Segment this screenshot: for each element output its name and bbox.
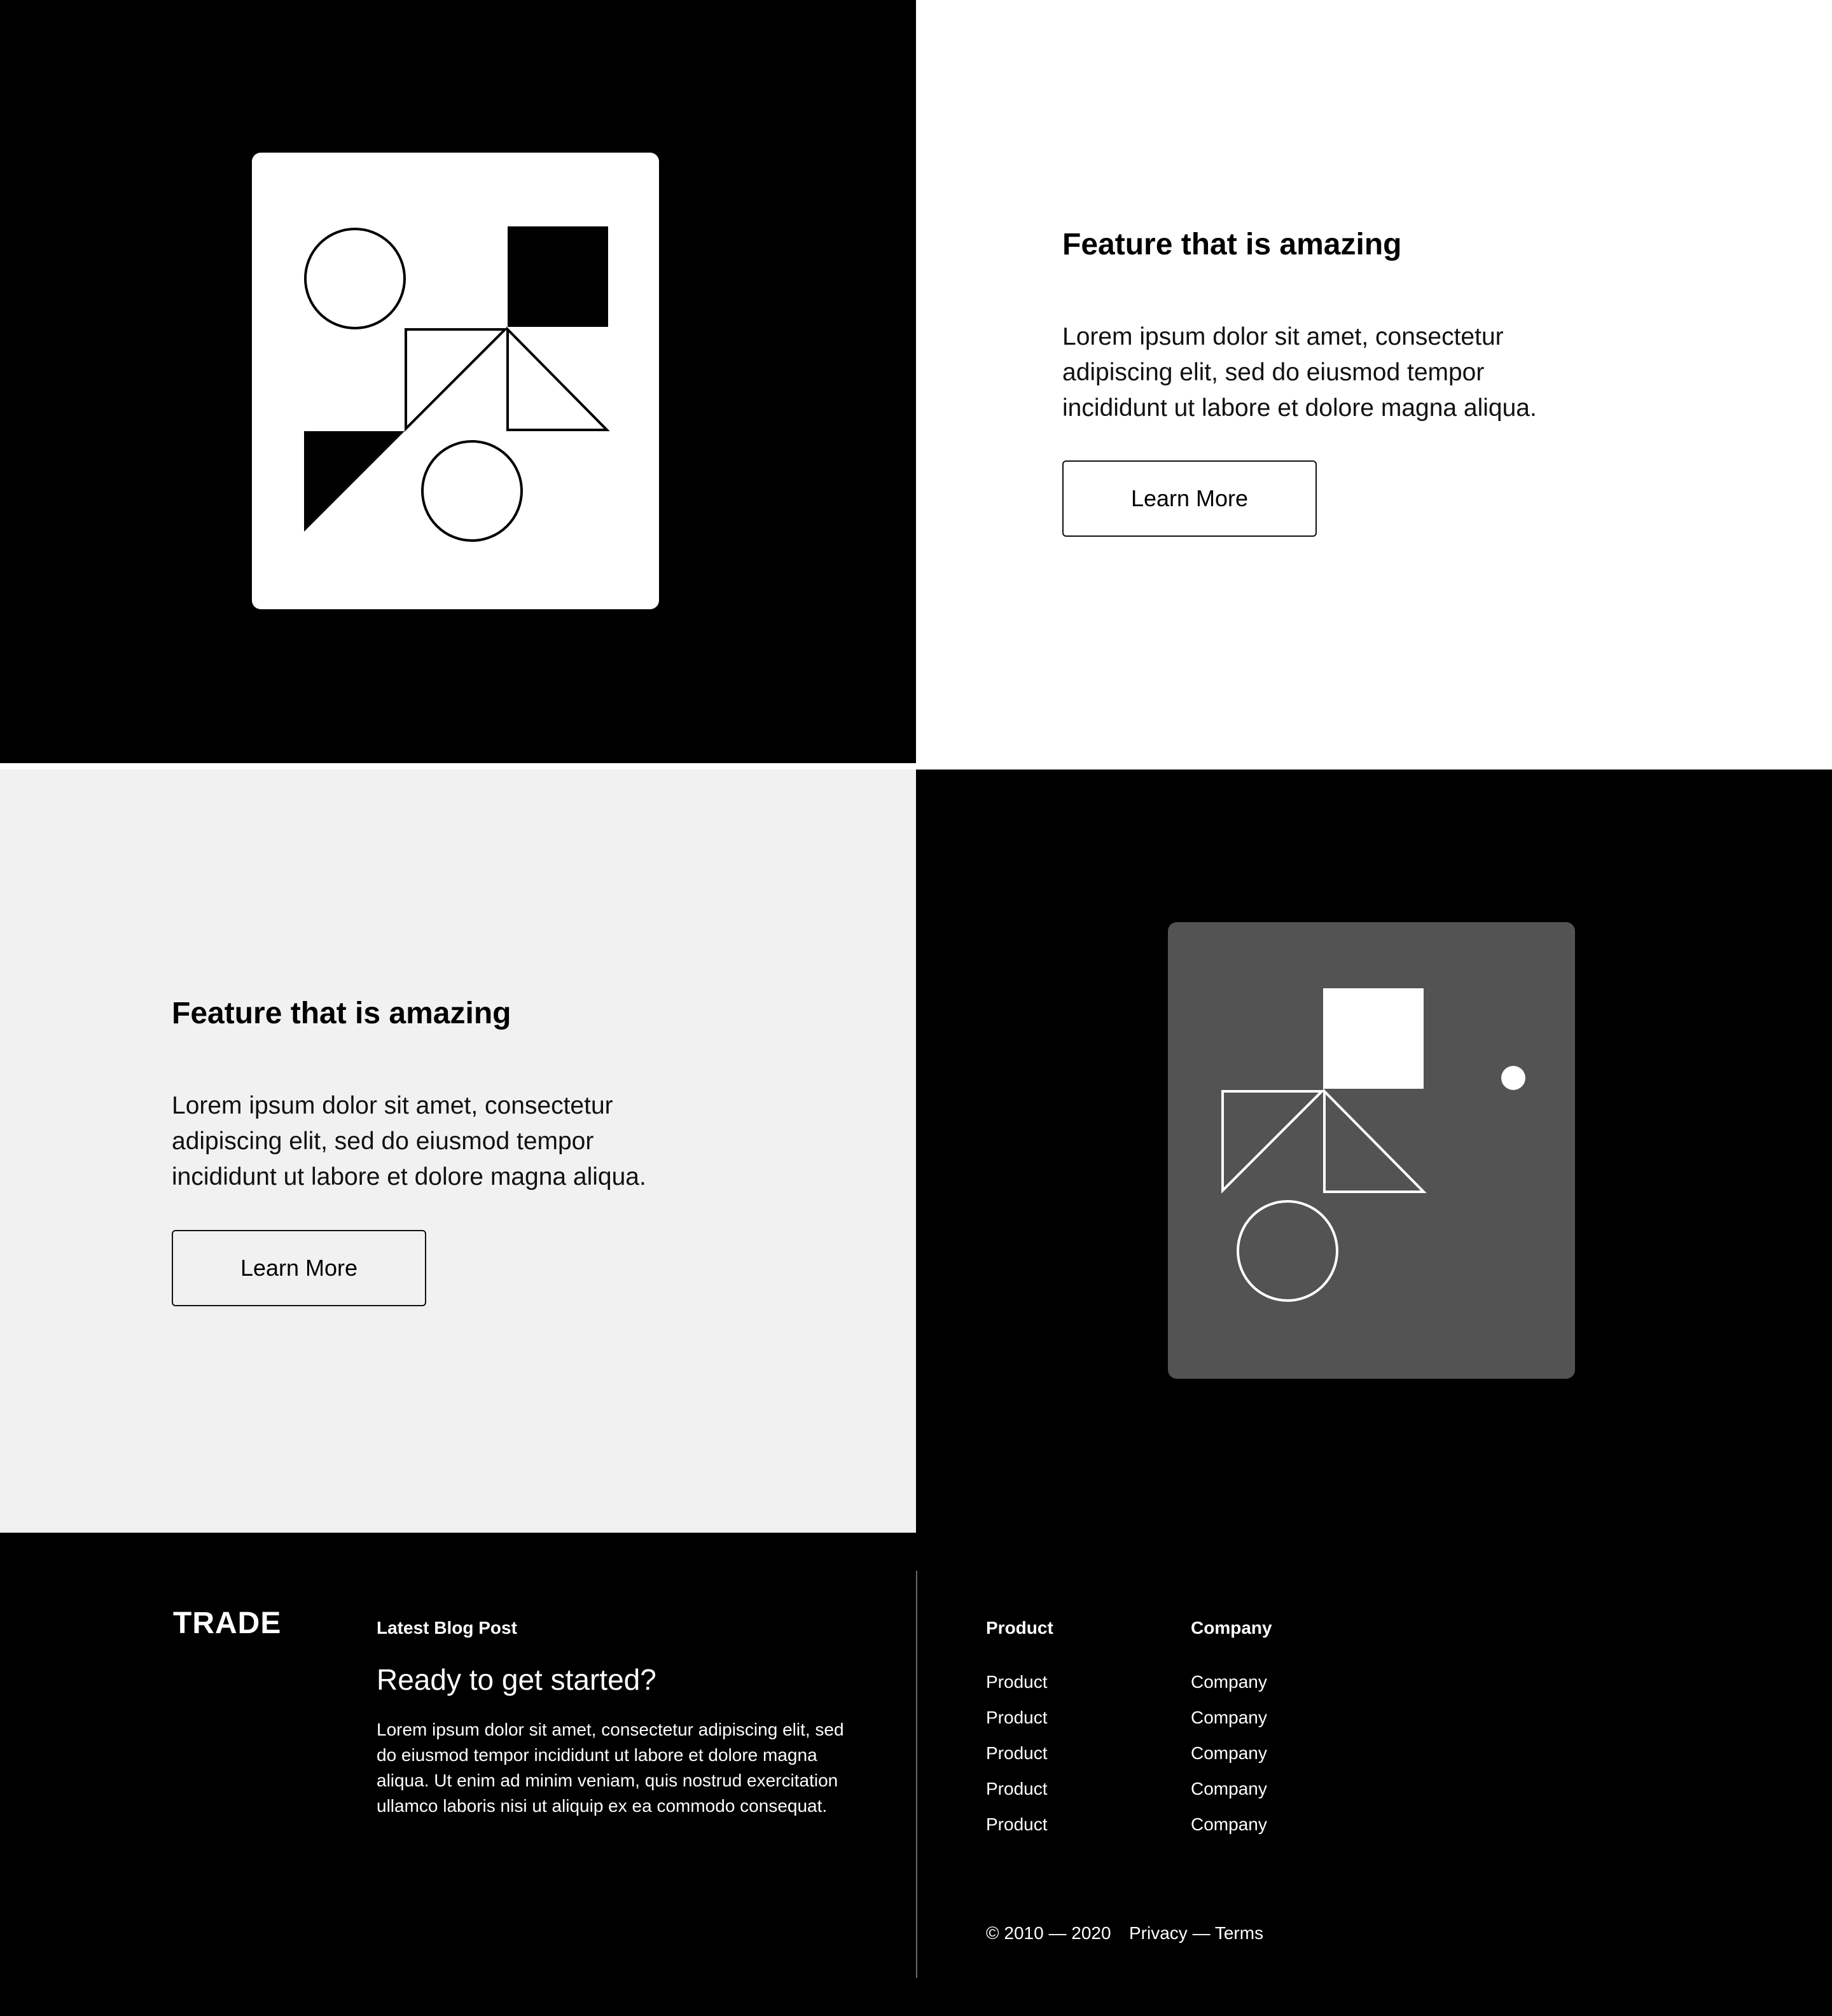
triangle-outline-shape (1323, 1088, 1427, 1193)
product-links-list: Product Product Product Product Product (986, 1664, 1048, 1842)
blog-section-heading: Latest Blog Post (377, 1618, 517, 1638)
company-link[interactable]: Company (1191, 1736, 1267, 1771)
company-link[interactable]: Company (1191, 1664, 1267, 1700)
footer-divider (916, 1571, 917, 1978)
product-link[interactable]: Product (986, 1736, 1048, 1771)
blog-post-title[interactable]: Ready to get started? (377, 1662, 656, 1697)
blog-post-excerpt: Lorem ipsum dolor sit amet, consectetur … (377, 1720, 844, 1816)
company-link[interactable]: Company (1191, 1807, 1267, 1842)
product-column-heading: Product (986, 1618, 1053, 1638)
feature-1-description: Lorem ipsum dolor sit amet, consectetur … (1062, 323, 1537, 422)
company-links-list: Company Company Company Company Company (1191, 1664, 1267, 1842)
company-link[interactable]: Company (1191, 1700, 1267, 1736)
product-link[interactable]: Product (986, 1807, 1048, 1842)
circle-outline-shape (1237, 1200, 1338, 1302)
feature-1-illustration-card (252, 153, 659, 609)
feature-2-description: Lorem ipsum dolor sit amet, consectetur … (172, 1092, 646, 1191)
feature-2-learn-more-button[interactable]: Learn More (172, 1230, 426, 1306)
feature-1-learn-more-button[interactable]: Learn More (1062, 460, 1317, 537)
circle-outline-shape (304, 228, 406, 329)
geometric-illustration-2 (1221, 988, 1525, 1302)
legal-links[interactable]: Privacy — Terms (1129, 1923, 1263, 1944)
geometric-illustration-1 (304, 226, 610, 542)
product-link[interactable]: Product (986, 1664, 1048, 1700)
circle-outline-shape (421, 440, 523, 542)
company-column-heading: Company (1191, 1618, 1272, 1638)
filled-triangle-shape (304, 431, 405, 532)
triangle-outline-shape (405, 328, 508, 432)
filled-square-shape (508, 226, 608, 327)
copyright-text: © 2010 — 2020 (986, 1923, 1111, 1943)
product-link[interactable]: Product (986, 1700, 1048, 1736)
feature-2-title: Feature that is amazing (172, 997, 511, 1030)
company-link[interactable]: Company (1191, 1771, 1267, 1807)
triangle-outline-shape (506, 326, 610, 431)
feature-1-title: Feature that is amazing (1062, 228, 1402, 261)
filled-square-shape (1323, 988, 1424, 1089)
footer-logo[interactable]: TRADE (173, 1606, 281, 1641)
product-link[interactable]: Product (986, 1771, 1048, 1807)
small-dot-shape (1501, 1066, 1525, 1090)
triangle-outline-shape (1221, 1090, 1325, 1194)
feature-2-illustration-card (1168, 922, 1575, 1379)
